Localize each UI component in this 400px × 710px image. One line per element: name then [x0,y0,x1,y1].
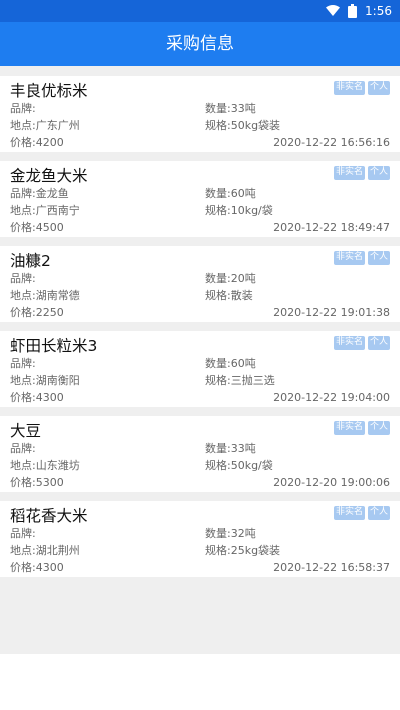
listing-time: 2020-12-22 19:01:38 [273,306,390,319]
app-bar: 采购信息 [0,22,400,66]
listing-quantity: 数量:33吨 [205,102,256,115]
listing-card[interactable]: 稻花香大米 非实名 个人 品牌: 数量:32吨 地点:湖北荆州 规格:25kg袋… [0,501,400,577]
listing-tags: 非实名 个人 [333,166,390,180]
listing-quantity: 数量:33吨 [205,442,256,455]
personal-tag: 个人 [367,421,390,435]
unverified-tag: 非实名 [333,421,365,435]
listing-quantity: 数量:20吨 [205,272,256,285]
listing-title: 丰良优标米 [10,82,88,100]
personal-tag: 个人 [367,336,390,350]
listing-card[interactable]: 大豆 非实名 个人 品牌: 数量:33吨 地点:山东潍坊 规格:50kg/袋 价… [0,416,400,492]
listing-card[interactable]: 油糠2 非实名 个人 品牌: 数量:20吨 地点:湖南常德 规格:散装 价格:2… [0,246,400,322]
listing-title: 大豆 [10,422,42,440]
listing-card[interactable]: 虾田长粒米3 非实名 个人 品牌: 数量:60吨 地点:湖南衡阳 规格:三抛三选… [0,331,400,407]
unverified-tag: 非实名 [333,166,365,180]
unverified-tag: 非实名 [333,251,365,265]
listing-card[interactable]: 金龙鱼大米 非实名 个人 品牌:金龙鱼 数量:60吨 地点:广西南宁 规格:10… [0,161,400,237]
listing-price: 价格:4300 [10,561,64,574]
listing-tags: 非实名 个人 [333,336,390,350]
bottom-area [0,654,400,710]
listing-brand: 品牌: [10,272,36,285]
personal-tag: 个人 [367,251,390,265]
listing-card[interactable]: 丰良优标米 非实名 个人 品牌: 数量:33吨 地点:广东广州 规格:50kg袋… [0,76,400,152]
listing-time: 2020-12-22 16:56:16 [273,136,390,149]
listing-price: 价格:2250 [10,306,64,319]
listing-brand: 品牌: [10,357,36,370]
listing-time: 2020-12-22 19:04:00 [273,391,390,404]
listing-location: 地点:湖北荆州 [10,544,80,557]
listing-location: 地点:湖南常德 [10,289,80,302]
listing-tags: 非实名 个人 [333,251,390,265]
personal-tag: 个人 [367,81,390,95]
listing-spec: 规格:10kg/袋 [205,204,273,217]
listing-location: 地点:山东潍坊 [10,459,80,472]
listing-location: 地点:广东广州 [10,119,80,132]
listing-location: 地点:广西南宁 [10,204,80,217]
listing-location: 地点:湖南衡阳 [10,374,80,387]
listing-title: 稻花香大米 [10,507,88,525]
listing-list-area[interactable]: 丰良优标米 非实名 个人 品牌: 数量:33吨 地点:广东广州 规格:50kg袋… [0,66,400,654]
listing-quantity: 数量:60吨 [205,357,256,370]
listing-title: 油糠2 [10,252,51,270]
listing-brand: 品牌:金龙鱼 [10,187,69,200]
listing-spec: 规格:50kg/袋 [205,459,273,472]
listing-time: 2020-12-22 18:49:47 [273,221,390,234]
personal-tag: 个人 [367,506,390,520]
listing-title: 金龙鱼大米 [10,167,88,185]
listing-spec: 规格:三抛三选 [205,374,275,387]
listing-tags: 非实名 个人 [333,81,390,95]
listing-spec: 规格:散装 [205,289,253,302]
listing-spec: 规格:50kg袋装 [205,119,281,132]
listing-tags: 非实名 个人 [333,421,390,435]
listing-tags: 非实名 个人 [333,506,390,520]
page-title: 采购信息 [166,34,234,54]
unverified-tag: 非实名 [333,81,365,95]
status-icons: 1:56 [326,3,392,19]
listing-brand: 品牌: [10,442,36,455]
battery-icon [348,4,358,18]
listing-price: 价格:5300 [10,476,64,489]
status-bar: 1:56 [0,0,400,22]
listing-quantity: 数量:60吨 [205,187,256,200]
unverified-tag: 非实名 [333,506,365,520]
listing-price: 价格:4500 [10,221,64,234]
listing-title: 虾田长粒米3 [10,337,98,355]
listing-brand: 品牌: [10,102,36,115]
listing-spec: 规格:25kg袋装 [205,544,281,557]
listing-time: 2020-12-20 19:00:06 [273,476,390,489]
listing-time: 2020-12-22 16:58:37 [273,561,390,574]
listing-quantity: 数量:32吨 [205,527,256,540]
listing-brand: 品牌: [10,527,36,540]
listing-list: 丰良优标米 非实名 个人 品牌: 数量:33吨 地点:广东广州 规格:50kg袋… [0,76,400,586]
personal-tag: 个人 [367,166,390,180]
listing-price: 价格:4200 [10,136,64,149]
listing-price: 价格:4300 [10,391,64,404]
wifi-icon [326,5,341,17]
status-time: 1:56 [365,4,392,18]
unverified-tag: 非实名 [333,336,365,350]
